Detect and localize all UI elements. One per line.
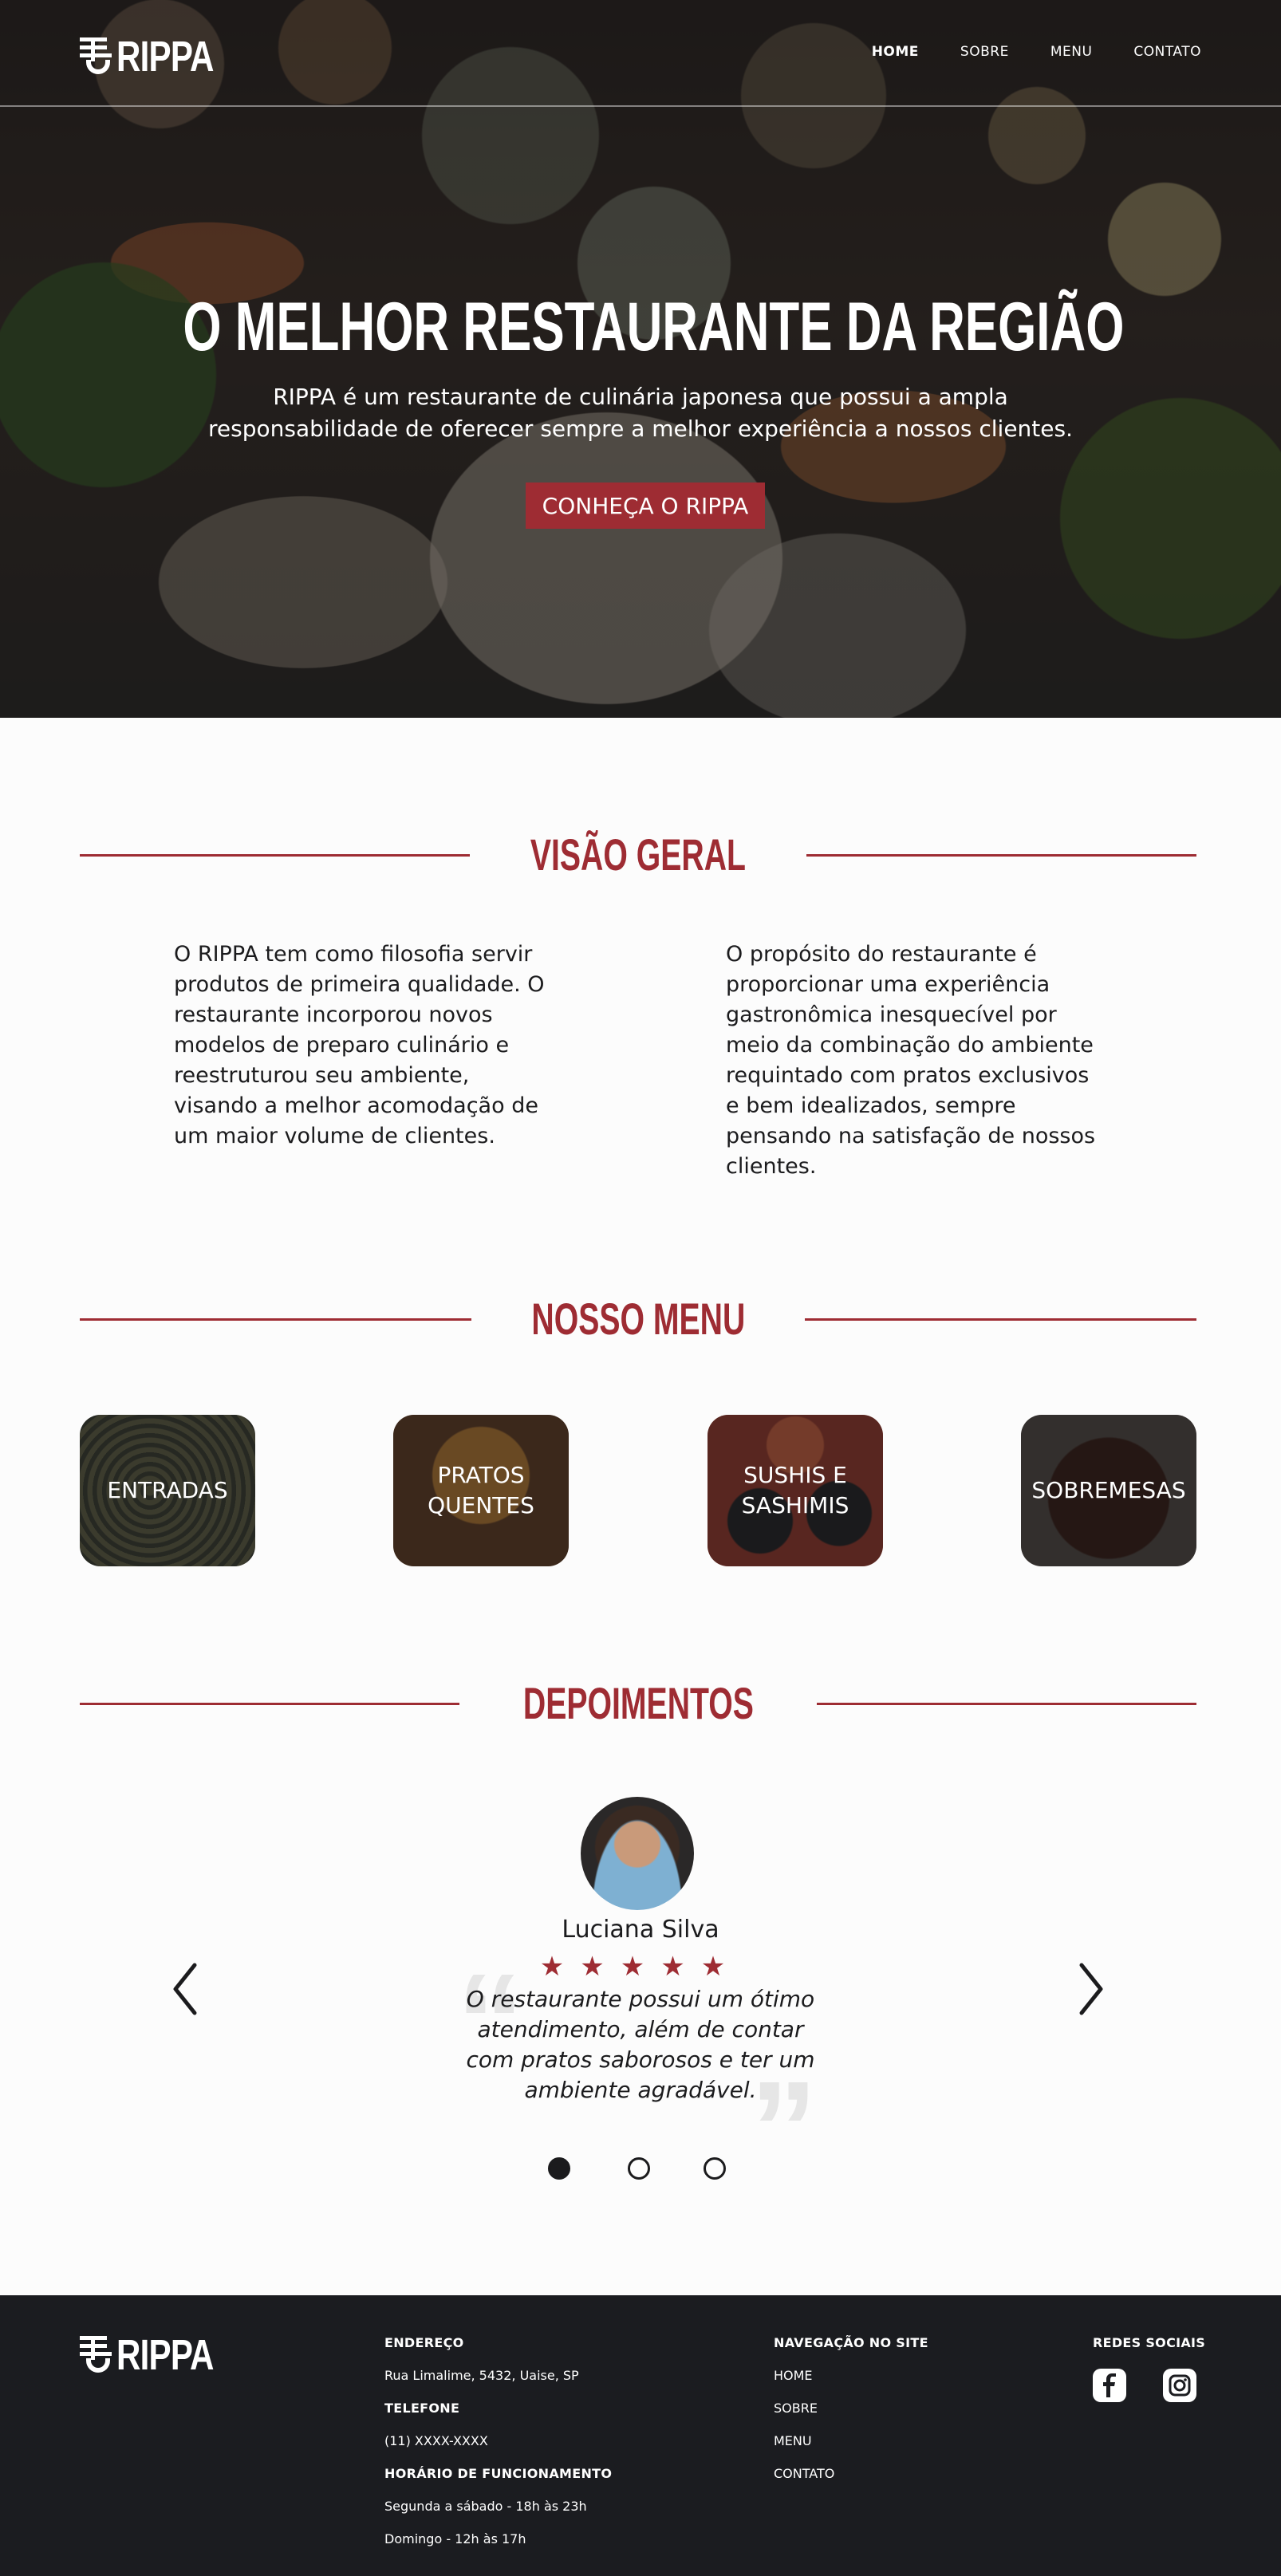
menu-heading: NOSSO MENU — [80, 1294, 1197, 1344]
menu-card-sushis[interactable]: SUSHIS E SASHIMIS — [708, 1415, 883, 1566]
address-label: ENDEREÇO — [384, 2335, 464, 2350]
section-title: NOSSO MENU — [531, 1294, 745, 1344]
menu-card-label: SOBREMESAS — [1031, 1477, 1186, 1503]
conheca-button[interactable]: CONHEÇA O RIPPA — [526, 483, 765, 529]
logo-mark-icon — [80, 37, 112, 76]
avatar — [581, 1797, 694, 1910]
nav-menu[interactable]: MENU — [1050, 44, 1093, 60]
footer-link-home[interactable]: HOME — [774, 2368, 813, 2383]
hero-title: O MELHOR RESTAURANTE DA REGIÃO — [183, 289, 1125, 365]
site-footer: RIPPA ENDEREÇO Rua Limalime, 5432, Uaise… — [0, 2295, 1281, 2576]
menu-card-pratos-quentes[interactable]: PRATOS QUENTES — [393, 1415, 569, 1566]
divider-line — [817, 1702, 1196, 1705]
next-arrow-icon[interactable] — [1075, 1960, 1107, 2018]
footer-link-sobre[interactable]: SOBRE — [774, 2401, 818, 2416]
main-nav: HOME SOBRE MENU CONTATO — [872, 44, 1201, 60]
nav-contato[interactable]: CONTATO — [1133, 44, 1201, 60]
divider-line — [80, 1318, 471, 1321]
hero-subtitle: RIPPA é um restaurante de culinária japo… — [208, 384, 1073, 442]
brand-logo[interactable]: RIPPA — [80, 32, 241, 81]
menu-card-label: PRATOS QUENTES — [428, 1462, 534, 1518]
nav-sobre[interactable]: SOBRE — [960, 44, 1009, 60]
menu-card-label: SUSHIS E SASHIMIS — [741, 1462, 849, 1518]
hero-banner: RIPPA HOME SOBRE MENU CONTATO O MELHOR R… — [0, 0, 1281, 718]
menu-card-label: ENTRADAS — [107, 1477, 228, 1503]
hours-week: Segunda a sábado - 18h às 23h — [384, 2499, 587, 2514]
phone-label: TELEFONE — [384, 2401, 460, 2416]
section-title: DEPOIMENTOS — [522, 1678, 754, 1728]
footer-link-contato[interactable]: CONTATO — [774, 2466, 834, 2481]
address-value: Rua Limalime, 5432, Uaise, SP — [384, 2368, 579, 2383]
logo-text: RIPPA — [116, 33, 214, 81]
divider-line — [805, 1318, 1197, 1321]
menu-card-sobremesas[interactable]: SOBREMESAS — [1021, 1415, 1196, 1566]
carousel-dot-3[interactable] — [704, 2157, 726, 2180]
nav-home[interactable]: HOME — [872, 44, 919, 60]
hours-sunday: Domingo - 12h às 17h — [384, 2531, 526, 2546]
logo-text: RIPPA — [116, 2331, 214, 2379]
hours-label: HORÁRIO DE FUNCIONAMENTO — [384, 2466, 613, 2481]
testimonials-heading: DEPOIMENTOS — [80, 1678, 1196, 1728]
divider-line — [80, 853, 471, 857]
top-navbar: RIPPA HOME SOBRE MENU CONTATO — [0, 0, 1281, 107]
logo-mark-icon — [80, 2336, 112, 2374]
overview-right-text: O propósito do restaurante é proporciona… — [726, 942, 1096, 1179]
instagram-icon[interactable] — [1163, 2369, 1196, 2402]
footer-link-menu[interactable]: MENU — [774, 2433, 812, 2448]
section-title: VISÃO GERAL — [530, 829, 747, 880]
overview-heading: VISÃO GERAL — [80, 829, 1197, 880]
carousel-dot-2[interactable] — [628, 2157, 650, 2180]
divider-line — [806, 853, 1197, 857]
divider-line — [80, 1702, 459, 1705]
prev-arrow-icon[interactable] — [169, 1960, 201, 2018]
site-nav-label: NAVEGAÇÃO NO SITE — [774, 2335, 928, 2350]
facebook-icon[interactable] — [1093, 2369, 1126, 2402]
overview-left-text: O RIPPA tem como filosofia servir produt… — [174, 942, 545, 1148]
footer-logo[interactable]: RIPPA — [80, 2330, 241, 2380]
menu-card-entradas[interactable]: ENTRADAS — [80, 1415, 255, 1566]
testimonial-author: Luciana Silva — [562, 1916, 719, 1944]
social-label: REDES SOCIAIS — [1093, 2335, 1206, 2350]
phone-value: (11) XXXX-XXXX — [384, 2433, 488, 2448]
carousel-dot-1[interactable] — [548, 2157, 570, 2180]
